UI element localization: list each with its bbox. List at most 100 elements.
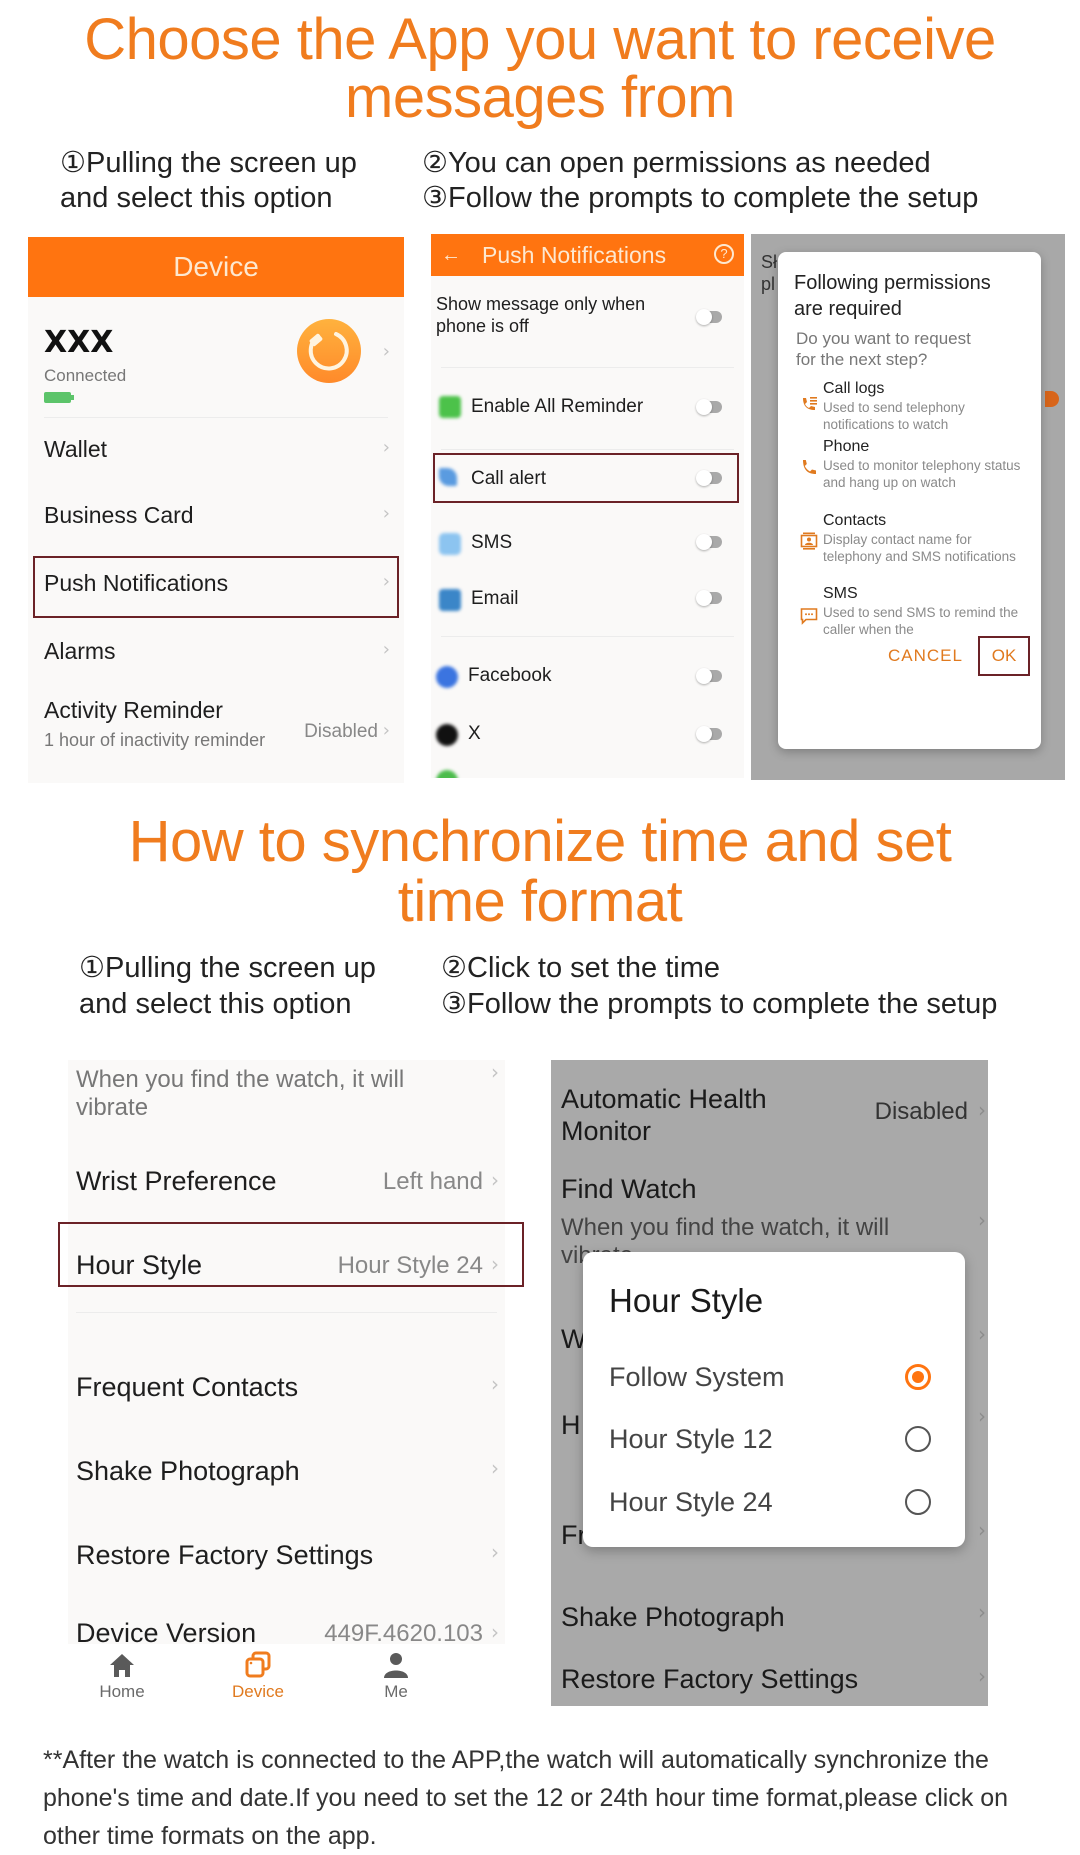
- section2-title-line1: How to synchronize time and set: [128, 809, 952, 874]
- chevron-right-icon: ›: [382, 720, 390, 741]
- chevron-right-icon: ›: [382, 341, 390, 362]
- dialog-question: Do you want to request for the next step…: [796, 329, 971, 369]
- connection-status: Connected: [44, 366, 127, 385]
- sms-icon: [439, 533, 461, 555]
- chevron-right-icon: ›: [491, 1060, 499, 1084]
- highlight-box: [33, 556, 399, 618]
- device-screen: Device XXX Connected › Wallet › Business…: [28, 237, 404, 783]
- step-number: ②: [441, 952, 467, 984]
- chevron-right-icon: ›: [491, 1168, 499, 1192]
- toggle-row-x[interactable]: X: [431, 706, 744, 764]
- chevron-right-icon: ›: [491, 1620, 499, 1644]
- settings-list: When you find the watch, it will vibrate…: [68, 1060, 505, 1648]
- battery-icon: [44, 392, 71, 403]
- toggle-switch[interactable]: [696, 726, 722, 742]
- section2-step2: ②Click to set the time: [441, 952, 721, 984]
- permission-dialog: Following permissions are required Do yo…: [778, 252, 1041, 749]
- device-name: XXX: [44, 325, 114, 360]
- toggle-row-show-when-off[interactable]: Show message only when phone is off: [431, 284, 744, 366]
- hour-style-screen: Automatic Health Monitor Disabled › Find…: [551, 1060, 988, 1706]
- device-card[interactable]: XXX Connected ›: [28, 297, 404, 417]
- section1-step1-line2: and select this option: [60, 182, 333, 214]
- toggle-row-enable-all[interactable]: Enable All Reminder: [431, 374, 744, 442]
- device-icon: [245, 1651, 271, 1678]
- step-number: ③: [441, 988, 467, 1020]
- radio-unselected[interactable]: [905, 1489, 931, 1515]
- call-log-icon: [803, 397, 817, 410]
- chevron-right-icon: ›: [491, 1540, 499, 1564]
- toggle-row-sms[interactable]: SMS: [431, 516, 744, 572]
- divider: [44, 417, 388, 418]
- bottom-nav: Home Device Me: [68, 1650, 505, 1710]
- chevron-right-icon: ›: [491, 1372, 499, 1396]
- menu-item-device-version[interactable]: Device Version 449F.4620.103 ›: [68, 1608, 505, 1648]
- background-toggle: [1045, 391, 1059, 407]
- toggle-switch[interactable]: [696, 309, 722, 325]
- menu-item-business-card[interactable]: Business Card ›: [28, 485, 404, 551]
- help-icon[interactable]: ?: [714, 244, 734, 264]
- push-notifications-screen: ← Push Notifications ? Show message only…: [431, 234, 744, 778]
- nav-home[interactable]: Home: [82, 1650, 162, 1702]
- chevron-right-icon: ›: [382, 503, 390, 524]
- facebook-icon: [436, 666, 458, 688]
- message-icon: [800, 608, 818, 625]
- step-number: ①: [79, 952, 105, 984]
- footer-line1: **After the watch is connected to the AP…: [43, 1746, 989, 1774]
- watch-avatar-icon: [297, 319, 361, 383]
- section2-step1-line2: and select this option: [79, 988, 352, 1020]
- menu-item-alarms[interactable]: Alarms ›: [28, 621, 404, 687]
- menu-item-wallet[interactable]: Wallet ›: [28, 419, 404, 485]
- radio-unselected[interactable]: [905, 1426, 931, 1452]
- step-number: ②: [422, 147, 448, 179]
- person-icon: [384, 1653, 408, 1678]
- permission-screen: Sł pl Following permissions are required…: [751, 234, 1065, 780]
- toggle-switch[interactable]: [696, 534, 722, 550]
- step-number: ①: [60, 147, 86, 179]
- whatsapp-icon: [436, 770, 458, 778]
- phone-icon: [803, 460, 816, 474]
- menu-item-find-watch[interactable]: When you find the watch, it will vibrate…: [68, 1060, 505, 1144]
- toggle-switch[interactable]: [696, 668, 722, 684]
- menu-item-activity-reminder[interactable]: Activity Reminder 1 hour of inactivity r…: [28, 687, 404, 777]
- email-icon: [439, 589, 461, 611]
- nav-device[interactable]: Device: [218, 1650, 298, 1702]
- x-icon: [436, 724, 458, 746]
- highlight-box-hour-style: [58, 1222, 524, 1287]
- chevron-right-icon: ›: [382, 639, 390, 660]
- section1-step1: ①Pulling the screen up: [60, 147, 357, 179]
- toggle-row-facebook[interactable]: Facebook: [431, 648, 744, 706]
- settings-screen: When you find the watch, it will vibrate…: [68, 1060, 505, 1710]
- back-arrow-icon[interactable]: ←: [441, 234, 461, 276]
- section1-title-line2: messages from: [345, 65, 735, 130]
- nav-me[interactable]: Me: [356, 1650, 436, 1702]
- home-icon: [110, 1654, 134, 1677]
- hour-style-dialog: Hour Style Follow System Hour Style 12 H…: [583, 1252, 965, 1547]
- push-title: Push Notifications: [482, 242, 667, 268]
- ok-button[interactable]: OK: [978, 636, 1030, 676]
- section2-step3: ③Follow the prompts to complete the setu…: [441, 988, 998, 1020]
- footer-line2: phone's time and date.If you need to set…: [43, 1784, 1009, 1812]
- activity-reminder-value: Disabled: [304, 721, 378, 742]
- dialog-title: Hour Style: [609, 1282, 764, 1319]
- push-app-bar: ← Push Notifications ?: [431, 234, 744, 276]
- device-app-bar: Device: [28, 237, 404, 297]
- cancel-button[interactable]: CANCEL: [888, 646, 963, 666]
- radio-selected[interactable]: [905, 1364, 931, 1390]
- highlight-box: [433, 453, 739, 503]
- contacts-icon: [800, 532, 818, 550]
- section1-step2: ②You can open permissions as needed: [422, 147, 931, 179]
- menu-item-frequent-contacts[interactable]: Frequent Contacts ›: [68, 1358, 505, 1442]
- chevron-right-icon: ›: [382, 437, 390, 458]
- dialog-title: Following permissions are required: [794, 272, 991, 320]
- battery-tip: [71, 395, 74, 400]
- footer-line3: other time formats on the app.: [43, 1822, 377, 1850]
- section2-title-line2: time format: [397, 869, 683, 934]
- menu-item-restore-factory[interactable]: Restore Factory Settings ›: [68, 1526, 505, 1610]
- section1-step3: ③Follow the prompts to complete the setu…: [422, 182, 979, 214]
- section2-step1: ①Pulling the screen up: [79, 952, 376, 984]
- toggle-switch[interactable]: [696, 399, 722, 415]
- toggle-row-email[interactable]: Email: [431, 572, 744, 628]
- menu-item-shake-photograph[interactable]: Shake Photograph ›: [68, 1442, 505, 1526]
- toggle-switch[interactable]: [696, 590, 722, 606]
- menu-item-wrist-preference[interactable]: Wrist Preference Left hand ›: [68, 1144, 505, 1228]
